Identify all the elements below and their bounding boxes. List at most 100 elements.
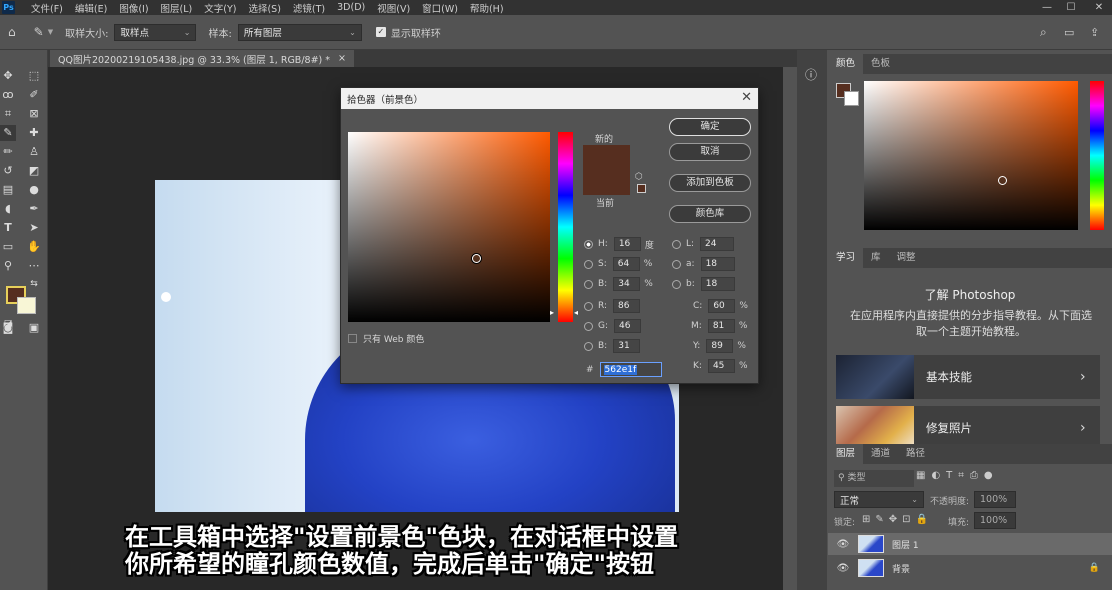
blur-tool-icon[interactable]: ● <box>26 182 42 198</box>
web-only-option[interactable]: 只有 Web 颜色 <box>348 332 424 345</box>
field-saturation[interactable]: S: 64% <box>584 257 652 271</box>
gradient-tool-icon[interactable]: ▤ <box>0 182 16 198</box>
radio-b[interactable] <box>672 279 681 289</box>
blue-input[interactable]: 31 <box>613 339 641 353</box>
tab-libraries[interactable]: 库 <box>863 248 889 268</box>
sample-size-select[interactable]: 取样点 ⌄ <box>114 23 197 41</box>
gamut-warning-swatch[interactable] <box>637 184 646 193</box>
menu-edit[interactable]: 编辑(E) <box>69 1 113 15</box>
maximize-icon[interactable]: ☐ <box>1064 1 1078 14</box>
tab-channels[interactable]: 通道 <box>863 444 898 464</box>
hue-input[interactable]: 16 <box>613 237 641 251</box>
tab-close-icon[interactable]: × <box>338 53 346 64</box>
path-select-icon[interactable]: ➤ <box>26 220 42 236</box>
workspace-icon[interactable]: ▭ <box>1064 26 1074 39</box>
field-black[interactable]: K: 45% <box>693 359 748 373</box>
field-green[interactable]: G: 46 <box>584 319 645 333</box>
web-only-checkbox[interactable] <box>348 334 357 343</box>
close-icon[interactable]: ✕ <box>741 90 752 105</box>
radio-saturation[interactable] <box>584 259 593 269</box>
field-cyan[interactable]: C: 60% <box>693 299 748 313</box>
fill-input[interactable]: 100% <box>974 512 1016 529</box>
radio-brightness[interactable] <box>584 279 593 289</box>
tab-color[interactable]: 颜色 <box>828 54 864 74</box>
pen-tool-icon[interactable]: ✒ <box>26 201 42 217</box>
crop-tool-icon[interactable]: ⌗ <box>0 106 16 122</box>
eraser-tool-icon[interactable]: ◩ <box>26 163 42 179</box>
healing-brush-icon[interactable]: ✚ <box>26 125 42 141</box>
b-input[interactable]: 18 <box>700 277 735 291</box>
tab-swatches[interactable]: 色板 <box>863 54 898 74</box>
field-brightness[interactable]: B: 34% <box>584 277 653 291</box>
radio-lightness[interactable] <box>672 239 681 249</box>
eyedropper-tool-icon[interactable]: ✎ <box>34 25 44 39</box>
move-tool-icon[interactable]: ✥ <box>0 68 16 84</box>
menu-3d[interactable]: 3D(D) <box>331 2 371 13</box>
magenta-input[interactable]: 81 <box>707 319 735 333</box>
show-ring-checkbox[interactable]: ✓ <box>375 27 386 37</box>
tab-paths[interactable]: 路径 <box>898 444 933 464</box>
tab-learn[interactable]: 学习 <box>828 248 864 268</box>
color-libraries-button[interactable]: 颜色库 <box>669 205 751 223</box>
menu-view[interactable]: 视图(V) <box>371 1 416 15</box>
menu-filter[interactable]: 滤镜(T) <box>287 1 331 15</box>
brush-tool-icon[interactable]: ✏ <box>0 144 16 160</box>
menu-image[interactable]: 图像(I) <box>113 1 154 15</box>
field-b[interactable]: b: 18 <box>672 277 739 291</box>
rectangle-tool-icon[interactable]: ▭ <box>0 239 16 255</box>
sample-select[interactable]: 所有图层 ⌄ <box>237 23 362 41</box>
zoom-tool-icon[interactable]: ⚲ <box>0 258 16 274</box>
color-panel-picker[interactable] <box>998 176 1007 185</box>
red-input[interactable]: 86 <box>613 299 641 313</box>
info-icon[interactable]: ⓘ <box>805 66 817 83</box>
learn-card-basic-skills[interactable]: 基本技能 › <box>836 355 1100 399</box>
color-panel-bg[interactable] <box>844 91 859 106</box>
quick-mask-icon[interactable]: ◙ <box>0 320 16 336</box>
cancel-button[interactable]: 取消 <box>669 143 751 161</box>
color-field-picker[interactable] <box>472 254 481 263</box>
menu-select[interactable]: 选择(S) <box>242 1 286 15</box>
hue-slider-right-arrow[interactable]: ◂ <box>574 308 578 317</box>
menu-layer[interactable]: 图层(L) <box>155 1 199 15</box>
quick-select-tool-icon[interactable]: ✐ <box>26 87 42 103</box>
brightness-input[interactable]: 34 <box>613 277 641 291</box>
layer-kind-filter[interactable]: ⚲ 类型 <box>834 470 914 487</box>
radio-hue[interactable] <box>584 239 593 249</box>
lasso-tool-icon[interactable]: ꝏ <box>0 87 16 103</box>
history-brush-icon[interactable]: ↺ <box>0 163 16 179</box>
hue-slider[interactable] <box>558 132 573 322</box>
black-input[interactable]: 45 <box>707 359 735 373</box>
stamp-tool-icon[interactable]: ♙ <box>26 144 42 160</box>
menu-file[interactable]: 文件(F) <box>25 1 69 15</box>
add-to-swatches-button[interactable]: 添加到色板 <box>669 174 751 192</box>
field-blue[interactable]: B: 31 <box>584 339 644 353</box>
field-a[interactable]: a: 18 <box>672 257 739 271</box>
field-magenta[interactable]: M: 81% <box>691 319 747 333</box>
swap-colors-icon[interactable]: ⇆ <box>26 276 42 292</box>
menu-type[interactable]: 文字(Y) <box>198 1 242 15</box>
more-tools-icon[interactable]: ⋯ <box>26 258 42 274</box>
close-icon[interactable]: ✕ <box>1092 1 1106 14</box>
hand-tool-icon[interactable]: ✋ <box>26 239 42 255</box>
radio-a[interactable] <box>672 259 681 269</box>
gamut-cube-icon[interactable]: ⬡ <box>635 172 643 182</box>
radio-red[interactable] <box>584 301 593 311</box>
yellow-input[interactable]: 89 <box>706 339 734 353</box>
search-icon[interactable]: ⌕ <box>1040 25 1047 40</box>
saturation-input[interactable]: 64 <box>612 257 640 271</box>
field-yellow[interactable]: Y: 89% <box>693 339 746 353</box>
field-lightness[interactable]: L: 24 <box>672 237 738 251</box>
background-color-swatch[interactable] <box>17 297 36 314</box>
blend-mode-select[interactable]: 正常 ⌄ <box>834 491 924 508</box>
lightness-input[interactable]: 24 <box>700 237 735 251</box>
tab-layers[interactable]: 图层 <box>828 444 864 464</box>
frame-tool-icon[interactable]: ⊠ <box>26 106 42 122</box>
radio-blue[interactable] <box>584 341 593 351</box>
eyedropper-icon[interactable]: ✎ <box>0 125 16 141</box>
a-input[interactable]: 18 <box>700 257 735 271</box>
color-panel-hue-slider[interactable] <box>1090 81 1104 230</box>
hex-input[interactable]: 562e1f <box>599 362 662 377</box>
type-tool-icon[interactable]: T <box>0 220 16 236</box>
dodge-tool-icon[interactable]: ◖ <box>0 201 16 217</box>
field-hex[interactable]: #562e1f <box>586 362 662 377</box>
